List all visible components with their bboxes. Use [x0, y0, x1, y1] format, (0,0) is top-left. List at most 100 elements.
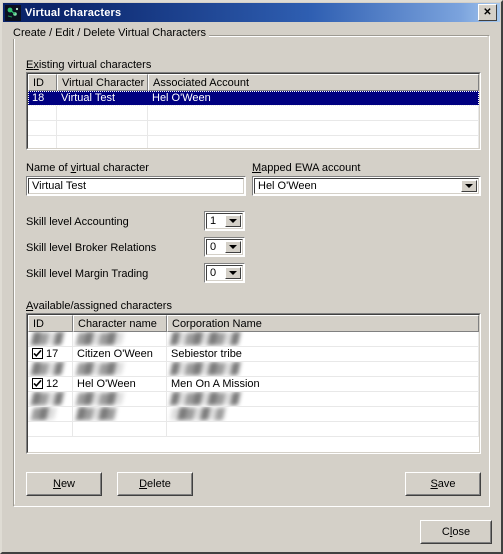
- existing-col-character[interactable]: Virtual Character: [57, 74, 148, 91]
- delete-button[interactable]: Delete: [117, 472, 193, 496]
- existing-list-body: 18 Virtual Test Hel O'Ween: [28, 91, 479, 148]
- window-title: Virtual characters: [25, 6, 122, 19]
- table-cell: █▓▒█: [28, 362, 73, 376]
- skill-accounting-dropdown-button[interactable]: [225, 215, 241, 227]
- table-cell: █▒▓█▒█▓▒█: [167, 362, 479, 376]
- virtual-characters-dialog: Virtual characters ✕ Create / Edit / Del…: [0, 0, 503, 554]
- table-cell: [57, 136, 148, 148]
- available-list-header: ID Character name Corporation Name: [28, 315, 479, 332]
- mapped-label-rest: apped EWA account: [261, 162, 361, 174]
- existing-label-rest: isting virtual characters: [38, 59, 152, 71]
- skill-broker-relations-dropdown-button[interactable]: [225, 241, 241, 253]
- existing-characters-label: Existing virtual characters: [26, 59, 151, 72]
- skill-accounting-value: 1: [210, 215, 217, 227]
- table-cell: Virtual Test: [57, 91, 148, 105]
- available-col-character[interactable]: Character name: [73, 315, 167, 332]
- mapped-label-accel: M: [252, 162, 262, 174]
- redacted-text: █▓▒█▓: [75, 408, 117, 420]
- existing-col-account[interactable]: Associated Account: [148, 74, 479, 91]
- skill-margin-trading-dropdown-button[interactable]: [225, 267, 241, 279]
- skill-margin-trading-combobox[interactable]: 0: [204, 263, 245, 283]
- redacted-text: ▓█▒: [30, 408, 56, 420]
- available-col-id[interactable]: ID: [28, 315, 73, 332]
- table-cell: [167, 422, 479, 436]
- table-row[interactable]: █▓▒█ ▓█▒▓█▒ █▒▓█▒█▓▒█: [28, 332, 479, 347]
- redacted-text: █▓▒█: [30, 393, 64, 405]
- table-cell: Citizen O'Ween: [73, 347, 167, 361]
- redacted-text: ▒█▓▒█▒▓: [169, 408, 226, 420]
- new-button-accel: N: [52, 478, 61, 490]
- skill-broker-relations-value: 0: [210, 241, 217, 253]
- redacted-text: ▓█▒▓█▒: [75, 393, 124, 405]
- table-row[interactable]: █▓▒█ ▓█▒▓█▒ █▒▓█▒█▓▒█: [28, 392, 479, 407]
- table-cell: [148, 136, 479, 148]
- mapped-account-label: Mapped EWA account: [252, 162, 360, 175]
- table-cell: █▒▓█▒█▓▒█: [167, 332, 479, 346]
- table-cell: [28, 422, 73, 436]
- delete-button-label: elete: [147, 478, 171, 490]
- table-row[interactable]: [28, 136, 479, 148]
- chevron-down-icon: [229, 219, 237, 223]
- mapped-ewa-account-combobox[interactable]: Hel O'Ween: [252, 176, 481, 196]
- skill-broker-relations-label: Skill level Broker Relations: [26, 242, 157, 254]
- available-characters-label: Available/assigned characters: [26, 300, 172, 313]
- table-cell: [28, 136, 57, 148]
- available-col-corporation[interactable]: Corporation Name: [167, 315, 479, 332]
- table-row[interactable]: █▓▒█ ▓█▒▓█▒ █▒▓█▒█▓▒█: [28, 362, 479, 377]
- table-cell: ▒█▓▒█▒▓: [167, 407, 479, 421]
- chevron-down-icon: [465, 184, 473, 188]
- close-button-pre: C: [441, 526, 450, 538]
- table-cell: [57, 121, 148, 135]
- save-button[interactable]: Save: [405, 472, 481, 496]
- table-cell: ▓█▒▓█▒: [73, 332, 167, 346]
- app-icon: [5, 4, 21, 21]
- close-window-button[interactable]: ✕: [478, 4, 497, 21]
- table-cell: █▓▒█: [28, 332, 73, 346]
- name-label-rest: irtual character: [76, 162, 149, 174]
- redacted-text: █▓▒█: [30, 333, 64, 345]
- table-row[interactable]: 12 Hel O'Ween Men On A Mission: [28, 377, 479, 392]
- redacted-text: ▓█▒▓█▒: [75, 333, 124, 345]
- table-cell: █▒▓█▒█▓▒█: [167, 392, 479, 406]
- mapped-account-dropdown-button[interactable]: [461, 180, 477, 192]
- skill-accounting-combobox[interactable]: 1: [204, 211, 245, 231]
- table-row[interactable]: ▓█▒ █▓▒█▓ ▒█▓▒█▒▓: [28, 407, 479, 422]
- title-bar[interactable]: Virtual characters ✕: [3, 3, 500, 22]
- row-checkbox[interactable]: [32, 347, 43, 359]
- redacted-text: █▓▒█: [30, 363, 64, 375]
- table-cell: Men On A Mission: [167, 377, 479, 391]
- cell-text: 12: [46, 378, 59, 390]
- cell-text: Citizen O'Ween: [77, 348, 153, 360]
- table-cell: [73, 422, 167, 436]
- available-characters-list[interactable]: ID Character name Corporation Name █▓▒█ ▓…: [26, 313, 481, 454]
- table-row[interactable]: 18 Virtual Test Hel O'Ween: [28, 91, 479, 106]
- existing-characters-list[interactable]: ID Virtual Character Associated Account …: [26, 72, 481, 150]
- cell-text: Hel O'Ween: [77, 378, 136, 390]
- name-input-value[interactable]: Virtual Test: [29, 179, 243, 193]
- table-cell: ▓█▒: [28, 407, 73, 421]
- table-row[interactable]: 17 Citizen O'Ween Sebiestor tribe: [28, 347, 479, 362]
- delete-button-accel: D: [139, 478, 148, 490]
- table-row[interactable]: [28, 422, 479, 437]
- chevron-down-icon: [229, 271, 237, 275]
- skill-margin-trading-label: Skill level Margin Trading: [26, 268, 149, 280]
- row-checkbox[interactable]: [32, 377, 43, 389]
- table-cell: Hel O'Ween: [148, 91, 479, 105]
- chevron-down-icon: [229, 245, 237, 249]
- skill-broker-relations-combobox[interactable]: 0: [204, 237, 245, 257]
- table-row[interactable]: [28, 121, 479, 136]
- table-cell: ▓█▒▓█▒: [73, 392, 167, 406]
- name-of-virtual-character-input[interactable]: Virtual Test: [26, 176, 246, 196]
- cell-text: Men On A Mission: [171, 378, 260, 390]
- existing-col-id[interactable]: ID: [28, 74, 57, 91]
- redacted-text: ▓█▒▓█▒: [75, 363, 124, 375]
- table-cell: [28, 106, 57, 120]
- close-button[interactable]: Cl ose: [420, 520, 492, 544]
- table-cell: Sebiestor tribe: [167, 347, 479, 361]
- table-cell: 12: [28, 377, 73, 391]
- table-cell: [148, 121, 479, 135]
- cell-text: Sebiestor tribe: [171, 348, 242, 360]
- new-button[interactable]: New: [26, 472, 102, 496]
- table-row[interactable]: [28, 106, 479, 121]
- table-cell: █▓▒█: [28, 392, 73, 406]
